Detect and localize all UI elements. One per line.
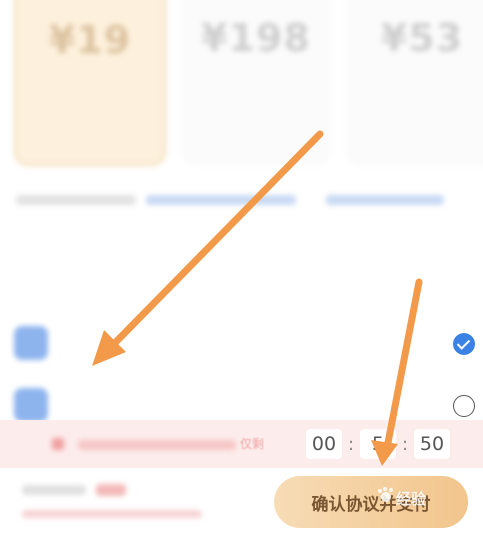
radio-unchecked-icon[interactable]: [453, 395, 475, 417]
pay-app-icon: [14, 326, 48, 360]
banner-text: 仅剩: [78, 435, 264, 452]
plan-cards: ¥19 ¥198 ¥53: [0, 0, 483, 175]
plan-card-2[interactable]: ¥198: [180, 0, 332, 166]
countdown-minutes: 5: [360, 429, 396, 459]
renewal-note: [22, 508, 202, 521]
baidu-jingyan-watermark-icon: 经验: [376, 474, 436, 514]
agreement-link-renewal[interactable]: [325, 195, 444, 205]
countdown-timer: 00 : 5 : 50: [306, 429, 450, 459]
alarm-icon: [52, 438, 64, 450]
plan-price: ¥198: [201, 16, 311, 60]
plan-card-3[interactable]: ¥53: [346, 0, 483, 166]
plan-price: ¥53: [380, 16, 464, 60]
countdown-separator: :: [401, 433, 409, 455]
promo-countdown-banner: 仅剩 00 : 5 : 50: [0, 420, 483, 468]
watermark-text: 经验: [396, 490, 427, 508]
agreement-link-service[interactable]: [145, 195, 296, 205]
countdown-seconds: 50: [414, 429, 450, 459]
banner-remaining-label: 仅剩: [239, 437, 264, 451]
confirm-agree-pay-button[interactable]: 确认协议并支付: [274, 476, 468, 528]
pay-app-icon: [14, 388, 48, 422]
agreement-text: [16, 194, 476, 218]
payment-method-1[interactable]: [0, 322, 483, 366]
countdown-separator: :: [347, 433, 355, 455]
total-price-label: [22, 482, 127, 497]
plan-price: ¥19: [48, 18, 132, 62]
plan-card-1[interactable]: ¥19: [14, 0, 166, 166]
countdown-hours: 00: [306, 429, 342, 459]
radio-checked-icon[interactable]: [453, 333, 475, 355]
